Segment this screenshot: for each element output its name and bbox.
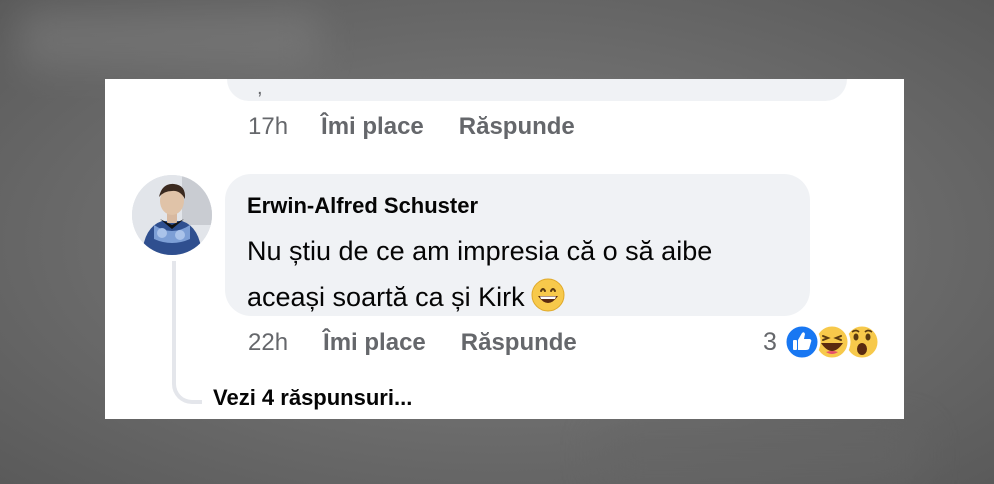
like-button[interactable]: Îmi place [321, 113, 424, 141]
previous-comment-text: , [257, 79, 263, 99]
reactions-summary[interactable]: 3 [763, 323, 881, 361]
comment-author[interactable]: Erwin-Alfred Schuster [247, 193, 478, 219]
reply-button[interactable]: Răspunde [461, 329, 577, 357]
comment-text: Nu știu de ce am impresia că o să aibe a… [247, 228, 767, 320]
like-button[interactable]: Îmi place [323, 329, 426, 357]
comment-bubble: Erwin-Alfred Schuster Nu știu de ce am i… [225, 174, 810, 316]
background-blur [20, 10, 320, 70]
view-replies-link[interactable]: Vezi 4 răspunsuri... [213, 385, 412, 411]
previous-comment-time[interactable]: 17h [248, 113, 288, 141]
background-blur [600, 430, 920, 480]
avatar-image [132, 175, 212, 255]
comment-time[interactable]: 22h [248, 329, 288, 357]
previous-comment-actions: 17h Îmi place Răspunde [248, 113, 575, 141]
reaction-icons [783, 323, 881, 361]
comment-actions: 22h Îmi place Răspunde [248, 329, 577, 357]
reaction-count: 3 [763, 327, 777, 356]
previous-comment-bubble [227, 79, 847, 101]
comment-card: , 17h Îmi place Răspunde Erwin-Alfred Sc… [105, 79, 904, 419]
comment-body: Nu știu de ce am impresia că o să aibe a… [247, 236, 713, 312]
grinning-face-icon [531, 278, 565, 312]
avatar[interactable] [132, 175, 212, 255]
reply-thread-line [172, 261, 202, 404]
like-reaction-icon [783, 323, 821, 361]
reply-button[interactable]: Răspunde [459, 113, 575, 141]
